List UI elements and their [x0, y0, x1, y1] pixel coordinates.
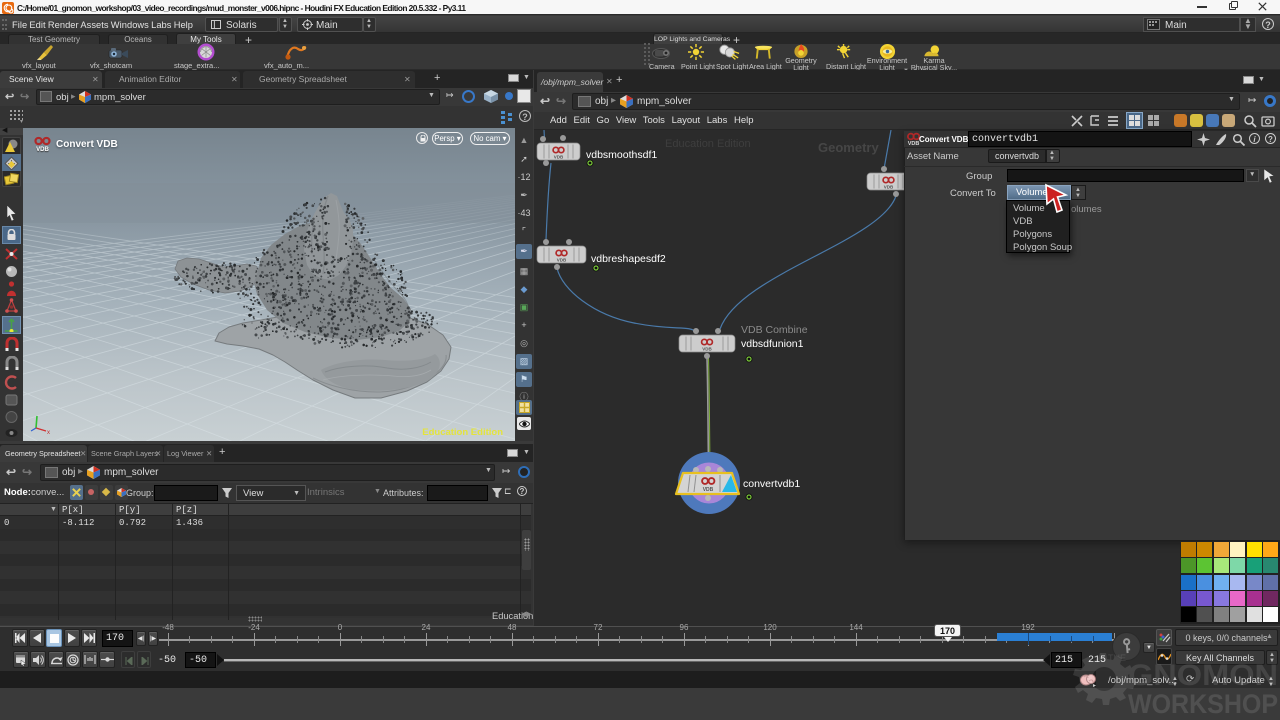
svg-text:VDB: VDB: [36, 147, 49, 153]
svg-text:VDB: VDB: [884, 185, 894, 190]
svg-text:x: x: [47, 430, 50, 436]
svg-text:GNOMON: GNOMON: [1128, 659, 1278, 692]
svg-text:VDB: VDB: [554, 155, 564, 160]
svg-text:vdbreshapesdf2: vdbreshapesdf2: [591, 253, 666, 265]
svg-text:WORKSHOP: WORKSHOP: [1128, 689, 1278, 719]
svg-text:THE: THE: [1108, 653, 1126, 663]
svg-text:VDB Combine: VDB Combine: [741, 324, 808, 336]
svg-text:VDB: VDB: [702, 347, 712, 352]
svg-text:vdbsmoothsdf1: vdbsmoothsdf1: [586, 149, 657, 161]
svg-text:convertvdb1: convertvdb1: [743, 478, 800, 490]
svg-text:vdbsdfunion1: vdbsdfunion1: [741, 338, 804, 350]
svg-text:VDB: VDB: [908, 141, 920, 146]
svg-text:VDB: VDB: [557, 258, 567, 263]
svg-text:Education Edition: Education Edition: [422, 427, 503, 438]
svg-text:VDB: VDB: [703, 487, 714, 493]
